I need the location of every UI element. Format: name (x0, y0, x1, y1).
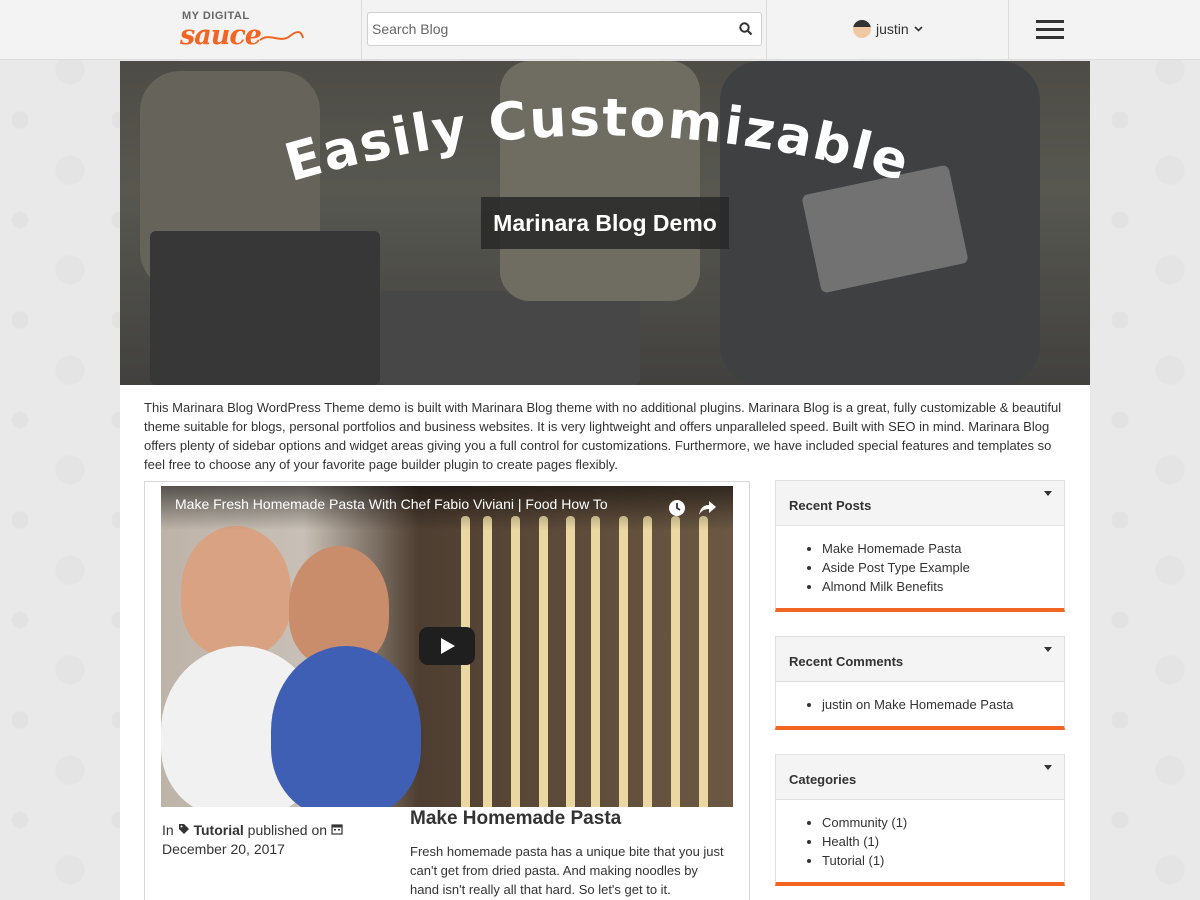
widget-categories: Categories Community (1) Health (1) Tuto… (775, 754, 1065, 886)
meta-in-label: In (162, 822, 174, 838)
post-meta: In Tutorial published on December 20, 20… (162, 821, 362, 859)
post-date: December 20, 2017 (162, 841, 285, 857)
logo-swoosh-icon (259, 31, 304, 41)
list-item[interactable]: Make Homemade Pasta (822, 539, 1064, 558)
chevron-down-icon (914, 26, 923, 32)
share-icon[interactable] (698, 499, 718, 517)
search-input[interactable] (368, 13, 708, 45)
video-thumbnail-shape (511, 516, 520, 807)
widget-title: Categories (789, 772, 857, 787)
recent-post-link[interactable]: Almond Milk Benefits (822, 579, 943, 594)
hero-title: Easily Customizable (120, 83, 1090, 193)
caret-down-icon[interactable] (1044, 765, 1052, 770)
video-title[interactable]: Make Fresh Homemade Pasta With Chef Fabi… (175, 496, 645, 512)
intro-paragraph: This Marinara Blog WordPress Theme demo … (144, 400, 1062, 472)
post-category-link[interactable]: Tutorial (193, 822, 243, 838)
comment-post-link[interactable]: Make Homemade Pasta (874, 697, 1013, 712)
widget-header[interactable]: Recent Posts (776, 481, 1064, 526)
widget-header[interactable]: Recent Comments (776, 637, 1064, 682)
video-thumbnail-shape (483, 516, 492, 807)
video-thumbnail-shape (591, 516, 600, 807)
widget-title: Recent Posts (789, 498, 872, 513)
category-count: (1) (891, 815, 908, 830)
username-label: justin (876, 21, 909, 37)
video-thumbnail-shape (643, 516, 652, 807)
comment-on-label: on (855, 697, 871, 712)
meta-published-label: published on (247, 822, 328, 838)
search-box (367, 12, 762, 46)
list-item[interactable]: Almond Milk Benefits (822, 577, 1064, 596)
avatar (853, 20, 871, 38)
list-item: Tutorial (1) (822, 851, 1064, 870)
header-divider (1008, 0, 1009, 60)
hero-banner: Easily Customizable Marinara Blog Demo (120, 61, 1090, 385)
widget-header[interactable]: Categories (776, 755, 1064, 800)
post-title-link[interactable]: Make Homemade Pasta (410, 808, 621, 830)
video-thumbnail-shape (181, 526, 291, 656)
search-icon[interactable] (739, 22, 753, 36)
widget-recent-comments: Recent Comments justin on Make Homemade … (775, 636, 1065, 730)
site-logo[interactable]: MY DIGITAL sauce (180, 8, 305, 52)
header-divider (361, 0, 362, 60)
video-thumbnail-shape (671, 516, 680, 807)
svg-text:Easily Customizable: Easily Customizable (279, 88, 917, 193)
category-link[interactable]: Community (822, 815, 888, 830)
video-thumbnail-shape (539, 516, 548, 807)
recent-post-link[interactable]: Make Homemade Pasta (822, 541, 961, 556)
tag-icon (178, 824, 189, 834)
video-thumbnail-shape (566, 516, 575, 807)
main-content: This Marinara Blog WordPress Theme demo … (120, 385, 1090, 900)
list-item[interactable]: Aside Post Type Example (822, 558, 1064, 577)
list-item: Community (1) (822, 813, 1064, 832)
recent-comments-list: justin on Make Homemade Pasta (776, 682, 1064, 726)
video-thumbnail-shape (699, 516, 708, 807)
recent-post-link[interactable]: Aside Post Type Example (822, 560, 970, 575)
comment-author-link[interactable]: justin (822, 697, 852, 712)
categories-list: Community (1) Health (1) Tutorial (1) (776, 800, 1064, 882)
caret-down-icon[interactable] (1044, 491, 1052, 496)
post-card: Make Fresh Homemade Pasta With Chef Fabi… (144, 481, 750, 900)
category-link[interactable]: Tutorial (822, 853, 865, 868)
hero-title-text: Easily Customizable (279, 88, 915, 193)
widget-title: Recent Comments (789, 654, 904, 669)
recent-posts-list: Make Homemade Pasta Aside Post Type Exam… (776, 526, 1064, 608)
logo-brand-text: sauce (180, 20, 262, 51)
widget-recent-posts: Recent Posts Make Homemade Pasta Aside P… (775, 480, 1065, 612)
hamburger-menu-icon[interactable] (1036, 20, 1064, 40)
top-header: MY DIGITAL sauce justin (0, 0, 1200, 60)
calendar-icon (331, 824, 343, 835)
header-divider (766, 0, 767, 60)
category-link[interactable]: Health (822, 834, 860, 849)
watch-later-icon[interactable] (667, 498, 687, 518)
hero-subtitle: Marinara Blog Demo (481, 197, 729, 249)
video-embed[interactable]: Make Fresh Homemade Pasta With Chef Fabi… (161, 486, 733, 807)
video-thumbnail-shape (619, 516, 628, 807)
category-count: (1) (868, 853, 885, 868)
post-excerpt: Fresh homemade pasta has a unique bite t… (410, 844, 724, 897)
list-item: justin on Make Homemade Pasta (822, 695, 1064, 714)
category-count: (1) (863, 834, 880, 849)
list-item: Health (1) (822, 832, 1064, 851)
caret-down-icon[interactable] (1044, 647, 1052, 652)
video-thumbnail-shape (271, 646, 421, 807)
play-button[interactable] (419, 627, 475, 665)
user-menu[interactable]: justin (853, 18, 923, 40)
